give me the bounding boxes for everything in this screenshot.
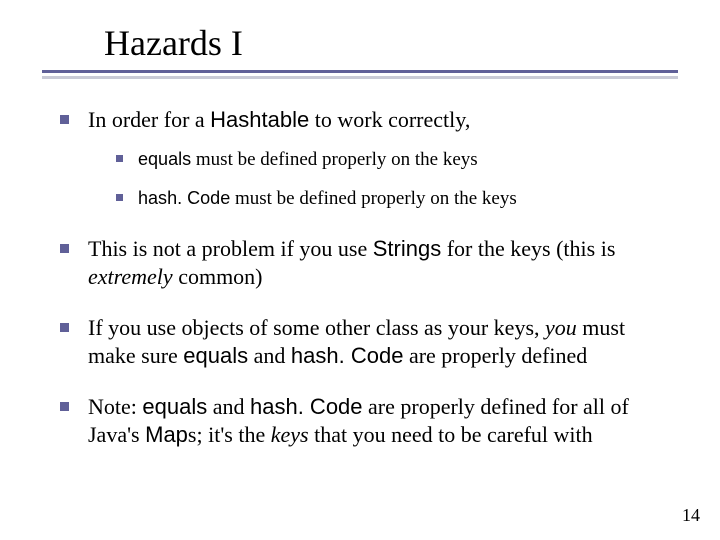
text: Note:	[88, 394, 142, 419]
slide-title: Hazards I	[104, 24, 243, 64]
code-hashcode: hash. Code	[138, 188, 230, 208]
slide: Hazards I In order for a Hashtable to wo…	[0, 0, 720, 540]
text-em: you	[545, 315, 577, 340]
bullet-1: In order for a Hashtable to work correct…	[60, 106, 670, 211]
bullet-3: If you use objects of some other class a…	[60, 314, 670, 369]
sub-bullet-2: hash. Code must be defined properly on t…	[116, 187, 670, 211]
slide-content: In order for a Hashtable to work correct…	[60, 106, 670, 472]
bullet-list: In order for a Hashtable to work correct…	[60, 106, 670, 448]
text-em: extremely	[88, 264, 173, 289]
text: This is not a problem if you use	[88, 236, 373, 261]
code-equals: equals	[142, 394, 207, 419]
text: and	[207, 394, 250, 419]
code-hashtable: Hashtable	[210, 107, 309, 132]
code-equals: equals	[138, 149, 191, 169]
bullet-2: This is not a problem if you use Strings…	[60, 235, 670, 290]
text: In order for a	[88, 107, 210, 132]
text: to work correctly,	[309, 107, 470, 132]
page-number: 14	[682, 505, 700, 526]
code-hashcode: hash. Code	[291, 343, 404, 368]
text: for the keys (this is	[441, 236, 615, 261]
text: If you use objects of some other class a…	[88, 315, 545, 340]
text: common)	[173, 264, 263, 289]
sub-bullet-1: equals must be defined properly on the k…	[116, 148, 670, 172]
code-map: Map	[145, 422, 188, 447]
text: s; it's the	[188, 422, 271, 447]
bullet-4: Note: equals and hash. Code are properly…	[60, 393, 670, 448]
sub-bullet-list: equals must be defined properly on the k…	[88, 148, 670, 212]
text: are properly defined	[403, 343, 587, 368]
code-hashcode: hash. Code	[250, 394, 363, 419]
code-equals: equals	[183, 343, 248, 368]
text-em: keys	[271, 422, 309, 447]
title-wrap: Hazards I	[104, 24, 243, 64]
code-strings: Strings	[373, 236, 441, 261]
text: must be defined properly on the keys	[230, 188, 517, 209]
title-underline	[42, 70, 678, 73]
text: and	[248, 343, 291, 368]
text: must be defined properly on the keys	[191, 149, 478, 170]
text: that you need to be careful with	[309, 422, 593, 447]
